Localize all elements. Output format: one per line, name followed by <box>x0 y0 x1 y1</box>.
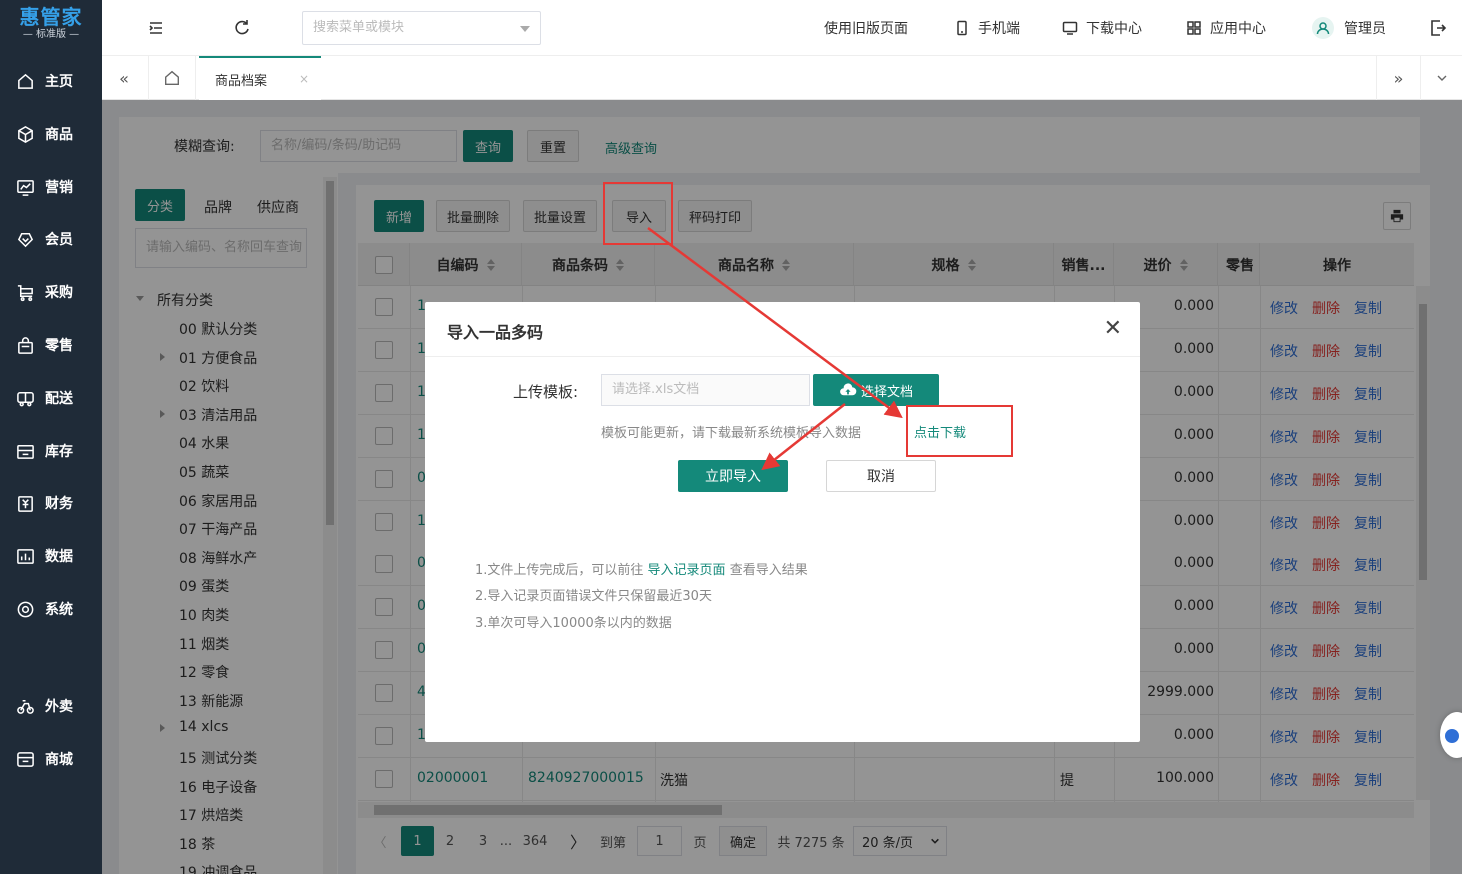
tab-home[interactable] <box>148 56 196 100</box>
nav-item-data[interactable]: 数据 <box>0 536 102 576</box>
upload-template-label: 上传模板: <box>513 383 579 401</box>
app-center-link[interactable]: 应用中心 <box>1186 18 1266 38</box>
tab-bar: « 商品档案 × » <box>102 56 1462 100</box>
annotation-box-download <box>906 405 1013 457</box>
download-center-link[interactable]: 下载中心 <box>1062 18 1142 38</box>
nav-label: 营销 <box>45 180 73 196</box>
top-bar: 搜索菜单或模块 使用旧版页面 手机端 下载中心 应用中心 管理员 <box>102 0 1462 56</box>
user-icon <box>1316 22 1330 35</box>
nav-label: 配送 <box>45 391 73 407</box>
nav-item-retail[interactable]: 零售 <box>0 325 102 365</box>
nav-item-member[interactable]: 会员 <box>0 219 102 259</box>
download-center-label: 下载中心 <box>1086 21 1142 37</box>
import-dialog: 导入一品多码 ✕ 上传模板: 请选择.xls文档 选择文档 模板可能更新，请下载… <box>425 302 1140 742</box>
nav-label: 财务 <box>45 496 73 512</box>
nav-label: 商品 <box>45 127 73 143</box>
template-hint: 模板可能更新，请下载最新系统模板导入数据 <box>601 426 862 441</box>
member-icon <box>17 232 34 247</box>
nav-label: 库存 <box>45 444 73 460</box>
nav-label: 外卖 <box>45 699 73 715</box>
import-note-3: 3.单次可导入10000条以内的数据 <box>475 616 672 631</box>
nav-label: 系统 <box>45 602 73 618</box>
nav-label: 零售 <box>45 338 73 354</box>
app-center-label: 应用中心 <box>1210 21 1266 37</box>
old-page-label: 使用旧版页面 <box>824 21 908 37</box>
logout-icon[interactable] <box>1428 18 1448 38</box>
close-icon[interactable]: ✕ <box>1104 318 1122 340</box>
choose-file-label: 选择文档 <box>860 384 913 400</box>
data-icon <box>17 548 34 564</box>
bag-icon <box>18 336 33 354</box>
nav-item-finance[interactable]: 财务 <box>0 483 102 523</box>
menu-toggle-icon[interactable] <box>146 18 166 38</box>
tab-goods-archive[interactable]: 商品档案 × <box>199 56 321 100</box>
nav-label: 商城 <box>45 752 73 768</box>
chart-icon <box>17 179 34 196</box>
import-records-link[interactable]: 导入记录页面 <box>648 563 726 578</box>
logo-title: 惠管家 <box>19 5 83 29</box>
logo-subtitle: — 标准版 — <box>22 29 80 40</box>
nav-label: 数据 <box>45 549 73 565</box>
truck-icon <box>17 391 34 406</box>
note-text: 1.文件上传完成后，可以前往 <box>475 563 644 578</box>
note-text: 查看导入结果 <box>729 563 808 578</box>
nav-item-takeout[interactable]: 外卖 <box>0 686 102 726</box>
close-icon[interactable]: × <box>299 72 309 86</box>
finance-icon <box>18 495 33 512</box>
app-logo[interactable]: 惠管家 — 标准版 — <box>0 0 102 50</box>
tab-more-icon[interactable] <box>1420 56 1462 100</box>
user-name: 管理员 <box>1344 21 1386 37</box>
monitor-icon <box>1062 21 1078 35</box>
dialog-title: 导入一品多码 <box>447 323 544 342</box>
menu-search-select[interactable]: 搜索菜单或模块 <box>302 11 541 45</box>
choose-file-button[interactable]: 选择文档 <box>813 374 939 406</box>
mobile-label: 手机端 <box>978 21 1020 37</box>
nav-item-home[interactable]: 主页 <box>0 61 102 101</box>
nav-item-mall[interactable]: 商城 <box>0 739 102 779</box>
user-menu[interactable]: 管理员 <box>1312 17 1386 39</box>
stock-icon <box>17 444 34 459</box>
file-path-input[interactable]: 请选择.xls文档 <box>601 374 810 406</box>
cube-icon <box>18 125 33 143</box>
refresh-icon[interactable] <box>232 18 252 38</box>
nav-item-goods[interactable]: 商品 <box>0 114 102 154</box>
mobile-link[interactable]: 手机端 <box>954 18 1020 38</box>
chevron-down-icon <box>520 26 530 32</box>
settings-icon <box>17 601 34 617</box>
store-icon <box>17 751 34 767</box>
phone-icon <box>957 20 967 36</box>
tab-label: 商品档案 <box>215 73 268 89</box>
cloud-upload-icon <box>840 383 857 396</box>
dialog-divider <box>425 356 1140 357</box>
cart-icon <box>17 284 33 301</box>
import-note-1: 1.文件上传完成后，可以前往 导入记录页面 查看导入结果 <box>475 559 808 578</box>
nav-item-purchase[interactable]: 采购 <box>0 272 102 312</box>
sidebar: 惠管家 — 标准版 — 主页 商品 营销 会员 采购 零售 配送 库存 财务 数… <box>0 0 102 874</box>
home-icon <box>165 70 179 85</box>
nav-item-marketing[interactable]: 营销 <box>0 167 102 207</box>
nav-label: 会员 <box>45 232 73 248</box>
home-icon <box>18 73 33 89</box>
nav-item-delivery[interactable]: 配送 <box>0 378 102 418</box>
nav-item-stock[interactable]: 库存 <box>0 431 102 471</box>
import-now-button[interactable]: 立即导入 <box>678 460 788 492</box>
cancel-button[interactable]: 取消 <box>826 460 936 492</box>
avatar <box>1312 17 1334 39</box>
menu-search-placeholder: 搜索菜单或模块 <box>313 20 405 35</box>
annotation-box-import <box>603 182 673 245</box>
tab-scroll-left-icon[interactable]: « <box>102 56 146 100</box>
nav-item-system[interactable]: 系统 <box>0 589 102 629</box>
tab-scroll-right-icon[interactable]: » <box>1376 56 1420 100</box>
bike-icon <box>17 699 34 714</box>
old-page-link[interactable]: 使用旧版页面 <box>824 18 908 38</box>
apps-icon <box>1187 21 1201 35</box>
nav-label: 主页 <box>45 74 73 90</box>
import-note-2: 2.导入记录页面错误文件只保留最近30天 <box>475 589 712 604</box>
nav-label: 采购 <box>45 285 73 301</box>
